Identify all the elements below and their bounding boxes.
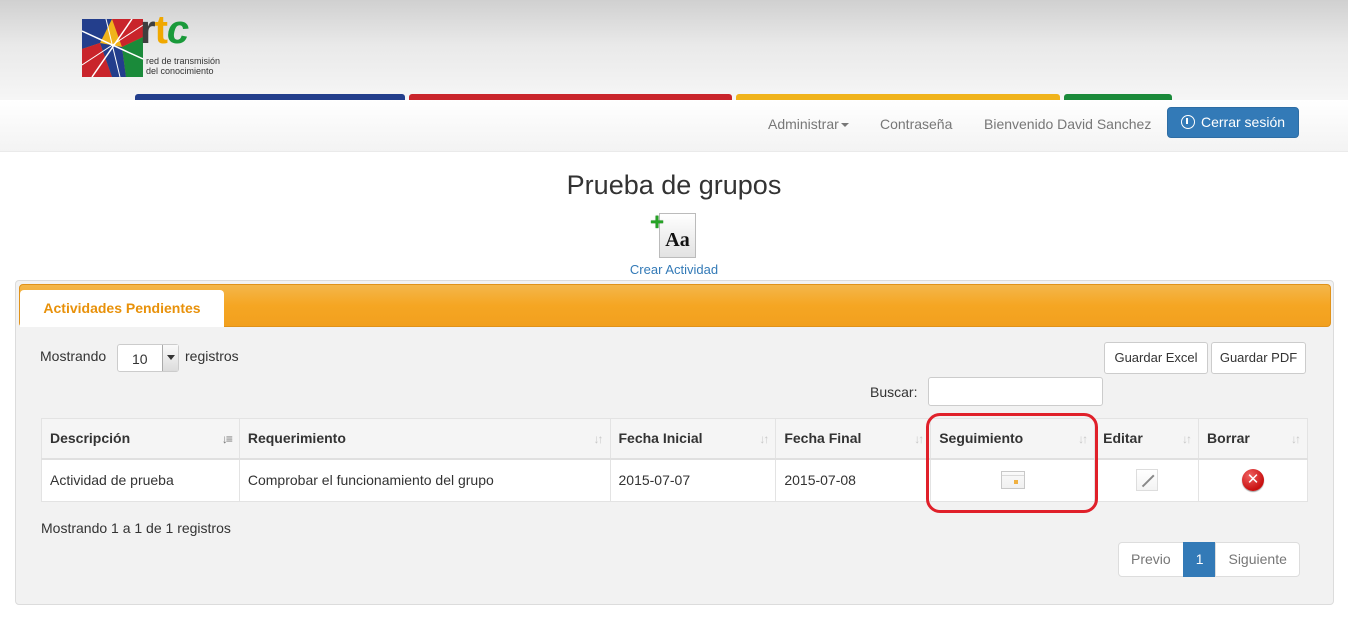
logo-letter-r: r [140, 8, 156, 52]
table-row: Actividad de prueba Comprobar el funcion… [41, 458, 1308, 502]
page-size-value: 10 [132, 351, 148, 367]
edit-pencil-icon[interactable] [1135, 469, 1158, 492]
cell-borrar: ✕ [1198, 458, 1308, 502]
logo-mark-icon [82, 19, 143, 77]
column-header-fecha-inicial[interactable]: Fecha Inicial ↓↑ [609, 418, 777, 460]
nav-welcome-user[interactable]: Bienvenido David Sanchez [984, 116, 1151, 132]
page-size-select[interactable]: 10 [117, 344, 179, 372]
top-navbar: Administrar Contraseña Bienvenido David … [0, 100, 1348, 152]
table-info: Mostrando 1 a 1 de 1 registros [41, 520, 231, 536]
nav-admin-dropdown[interactable]: Administrar [768, 116, 849, 132]
plus-icon: + [650, 209, 665, 236]
column-header-editar[interactable]: Editar ↓↑ [1094, 418, 1200, 460]
cell-seguimiento [930, 458, 1096, 502]
sort-asc-icon: ↓≡ [221, 432, 233, 446]
font-document-icon: Aa [659, 213, 696, 258]
nav-admin-label: Administrar [768, 116, 839, 132]
cell-fecha-final: 2015-07-08 [775, 458, 932, 502]
create-activity-link[interactable]: Crear Actividad [0, 262, 1348, 277]
sort-icon: ↓↑ [914, 432, 924, 446]
show-label: Mostrando [40, 348, 107, 364]
column-header-borrar[interactable]: Borrar ↓↑ [1198, 418, 1308, 460]
sort-icon: ↓↑ [1078, 432, 1088, 446]
logo-letter-c: c [166, 8, 189, 52]
column-header-descripcion[interactable]: Descripción ↓≡ [41, 418, 240, 460]
cell-requerimiento: Comprobar el funcionamiento del grupo [238, 458, 611, 502]
logo-subtitle-line2: del conocimiento [146, 66, 214, 76]
dropdown-arrow-icon [162, 345, 178, 371]
cell-editar [1094, 458, 1200, 502]
page-title: Prueba de grupos [566, 170, 782, 200]
create-activity-icon[interactable]: Aa + [650, 209, 698, 259]
logo-wordmark: rtc [140, 8, 189, 52]
pagination-next[interactable]: Siguiente [1215, 542, 1300, 577]
search-label: Buscar: [870, 384, 918, 400]
logo-subtitle: red de transmisión del conocimiento [146, 56, 266, 76]
logout-button[interactable]: Cerrar sesión [1167, 107, 1299, 138]
export-excel-button[interactable]: Guardar Excel [1104, 342, 1208, 374]
tab-pending-activities[interactable]: Actividades Pendientes [20, 290, 224, 327]
caret-down-icon [840, 123, 849, 128]
nav-password-link[interactable]: Contraseña [880, 116, 952, 132]
delete-icon[interactable]: ✕ [1242, 469, 1265, 492]
site-header: rtc red de transmisión del conocimiento [0, 0, 1348, 100]
column-header-requerimiento[interactable]: Requerimiento ↓↑ [238, 418, 611, 460]
cell-fecha-inicial: 2015-07-07 [609, 458, 777, 502]
logo-letter-t: t [154, 8, 168, 52]
cell-descripcion: Actividad de prueba [41, 458, 240, 502]
activities-table: Descripción ↓≡ Requerimiento ↓↑ Fecha Inic… [41, 418, 1308, 502]
logo-subtitle-line1: red de transmisión [146, 56, 221, 66]
rtc-logo[interactable]: rtc red de transmisión del conocimiento [82, 10, 242, 80]
logout-label: Cerrar sesión [1200, 114, 1286, 130]
records-label: registros [185, 348, 239, 364]
sort-icon: ↓↑ [1182, 432, 1192, 446]
calendar-icon[interactable] [1000, 471, 1025, 490]
sort-icon: ↓↑ [1291, 432, 1301, 446]
activities-panel: Actividades Pendientes Mostrando 10 regi… [15, 280, 1334, 605]
pagination: Previo 1 Siguiente [1118, 542, 1300, 577]
column-header-seguimiento[interactable]: Seguimiento ↓↑ [930, 418, 1096, 460]
power-icon [1180, 115, 1195, 129]
pagination-page-1[interactable]: 1 [1182, 542, 1217, 577]
sort-icon: ↓↑ [759, 432, 769, 446]
table-header-row: Descripción ↓≡ Requerimiento ↓↑ Fecha Inic… [41, 418, 1308, 460]
export-pdf-button[interactable]: Guardar PDF [1211, 342, 1306, 374]
search-input[interactable] [928, 377, 1103, 406]
sort-icon: ↓↑ [593, 432, 604, 446]
column-header-fecha-final[interactable]: Fecha Final ↓↑ [775, 418, 932, 460]
pagination-prev[interactable]: Previo [1118, 542, 1184, 577]
